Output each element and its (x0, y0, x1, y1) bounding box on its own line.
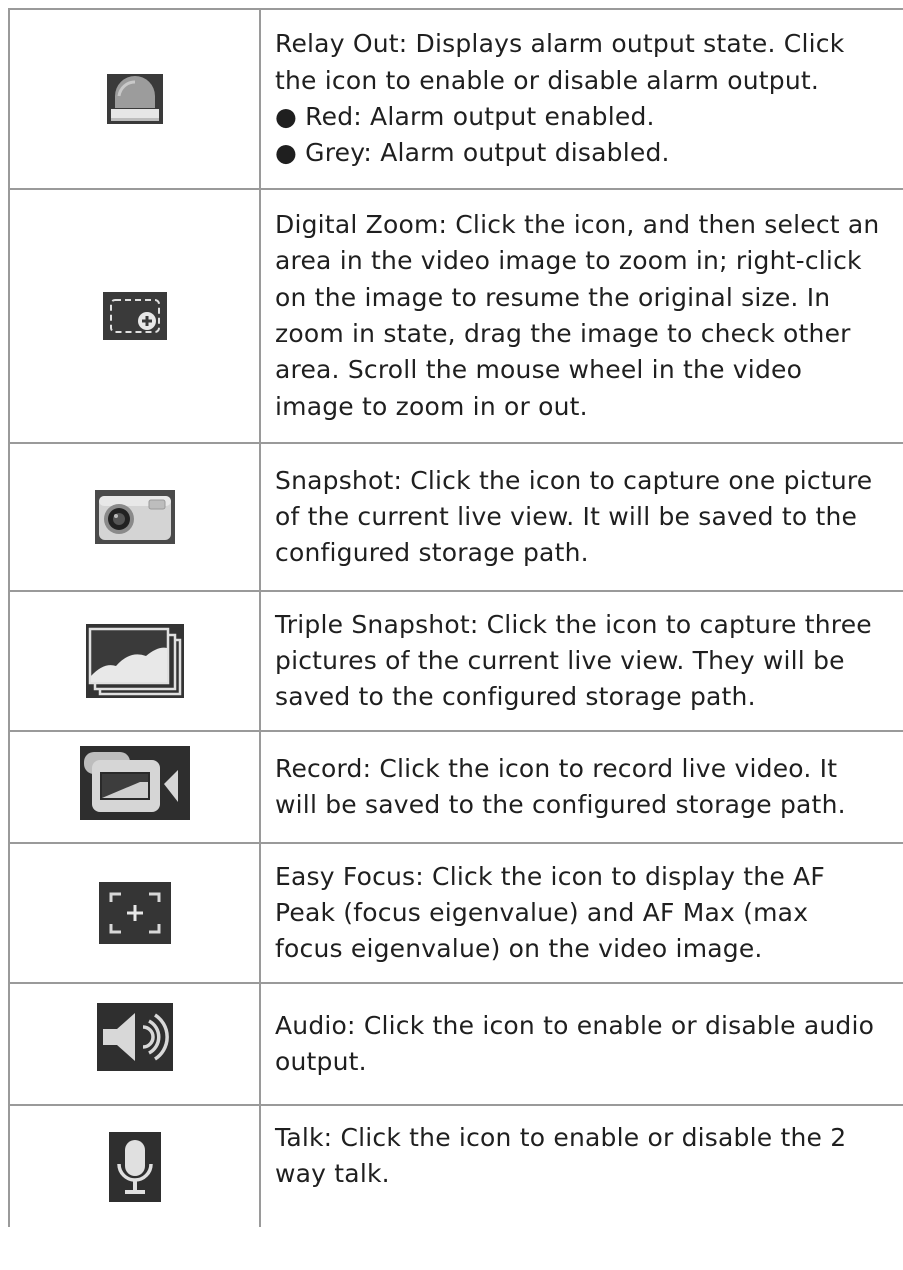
description-cell: Digital Zoom: Click the icon, and then s… (259, 188, 903, 444)
description-line: will be saved to the configured storage … (275, 790, 846, 819)
icon-cell (8, 730, 261, 844)
table-row: Audio: Click the icon to enable or disab… (8, 982, 903, 1106)
description-line: area in the video image to zoom in; righ… (275, 246, 862, 276)
description-cell: Snapshot: Click the icon to capture one … (259, 442, 903, 592)
description-line: focus eigenvalue) on the video image. (275, 934, 763, 964)
description-line: saved to the configured storage path. (275, 682, 756, 712)
description-cell: Easy Focus: Click the icon to display th… (259, 842, 903, 984)
description-line: Digital Zoom: Click the icon, and then s… (275, 210, 880, 240)
description-line: on the image to resume the original size… (275, 282, 831, 312)
description-cell: Talk: Click the icon to enable or disabl… (259, 1104, 903, 1227)
table-row: Talk: Click the icon to enable or disabl… (8, 1104, 903, 1227)
table-row: Snapshot: Click the icon to capture one … (8, 442, 903, 592)
icon-cell (8, 590, 261, 732)
description-line: output. (275, 1047, 367, 1076)
icon-description-table: Relay Out: Displays alarm output state. … (8, 8, 903, 1227)
description-line: configured storage path. (275, 538, 589, 568)
description-cell: Relay Out: Displays alarm output state. … (259, 8, 903, 190)
icon-cell (8, 982, 261, 1106)
icon-cell (8, 442, 261, 592)
table-row: Relay Out: Displays alarm output state. … (8, 8, 903, 190)
icon-cell (8, 188, 261, 444)
icon-cell (8, 1104, 261, 1227)
description-line: image to zoom in or out. (275, 391, 588, 421)
talk-icon[interactable] (108, 1131, 161, 1202)
description-line: pictures of the current live view. They … (275, 645, 845, 675)
description-line: the icon to enable or disable alarm outp… (275, 65, 820, 95)
description-line: area. Scroll the mouse wheel in the vide… (275, 355, 803, 385)
table-row: Triple Snapshot: Click the icon to captu… (8, 590, 903, 732)
icon-cell (8, 8, 261, 190)
description-line: Relay Out: Displays alarm output state. … (275, 29, 845, 59)
relay-out-icon[interactable] (106, 74, 163, 124)
table-row: Digital Zoom: Click the icon, and then s… (8, 188, 903, 444)
description-line: Record: Click the icon to record live vi… (275, 753, 838, 783)
description-line: Triple Snapshot: Click the icon to captu… (275, 609, 872, 639)
description-line: Easy Focus: Click the icon to display th… (275, 861, 825, 891)
description-line: zoom in state, drag the image to check o… (275, 319, 851, 348)
description-line: of the current live view. It will be sav… (275, 501, 858, 531)
triple-snapshot-icon[interactable] (85, 624, 184, 698)
digital-zoom-icon[interactable] (102, 292, 167, 340)
description-line: way talk. (275, 1159, 390, 1189)
table-row: Easy Focus: Click the icon to display th… (8, 842, 903, 984)
description-line: Audio: Click the icon to enable or disab… (275, 1010, 875, 1040)
description-cell: Triple Snapshot: Click the icon to captu… (259, 590, 903, 732)
table-row: Record: Click the icon to record live vi… (8, 730, 903, 844)
snapshot-icon[interactable] (94, 490, 175, 544)
audio-icon[interactable] (96, 1003, 173, 1071)
description-line: ● Red: Alarm output enabled. (275, 102, 655, 131)
record-icon[interactable] (79, 746, 190, 820)
description-cell: Record: Click the icon to record live vi… (259, 730, 903, 844)
description-line: Talk: Click the icon to enable or disabl… (275, 1123, 847, 1152)
description-line: ● Grey: Alarm output disabled. (275, 138, 670, 168)
description-line: Peak (focus eigenvalue) and AF Max (max (275, 897, 809, 927)
description-cell: Audio: Click the icon to enable or disab… (259, 982, 903, 1106)
icon-cell (8, 842, 261, 984)
easy-focus-icon[interactable] (98, 882, 171, 944)
description-line: Snapshot: Click the icon to capture one … (275, 465, 873, 495)
